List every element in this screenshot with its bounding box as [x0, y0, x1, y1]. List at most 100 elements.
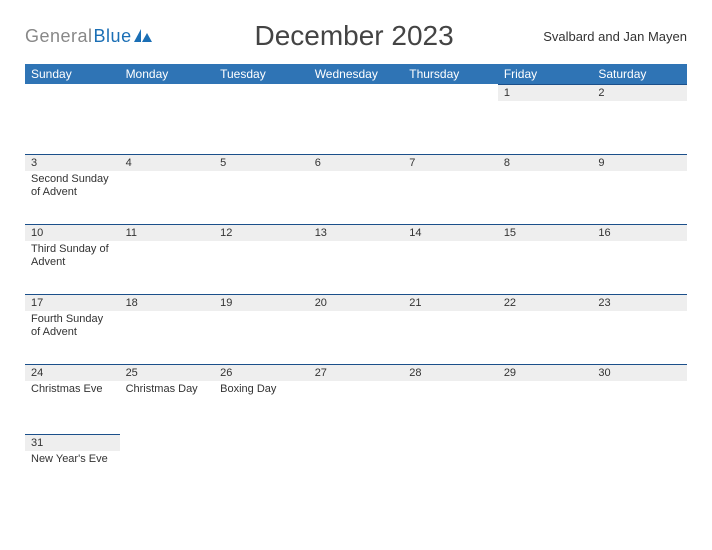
logo-text-blue: Blue — [94, 26, 132, 47]
day-number: 15 — [498, 224, 593, 241]
day-number — [309, 84, 404, 101]
day-number: 16 — [592, 224, 687, 241]
day-cell: 30 — [592, 364, 687, 434]
week-row: 31New Year's Eve — [25, 434, 687, 504]
day-cell: 12 — [214, 224, 309, 294]
day-header: Wednesday — [309, 64, 404, 84]
day-cell — [120, 84, 215, 154]
day-number — [214, 84, 309, 101]
calendar-table: SundayMondayTuesdayWednesdayThursdayFrid… — [25, 64, 687, 504]
day-cell — [403, 434, 498, 504]
day-number: 5 — [214, 154, 309, 171]
event-label: Christmas Eve — [25, 381, 120, 398]
day-cell — [309, 434, 404, 504]
day-number: 9 — [592, 154, 687, 171]
day-header: Tuesday — [214, 64, 309, 84]
day-cell: 17Fourth Sunday of Advent — [25, 294, 120, 364]
day-number: 22 — [498, 294, 593, 311]
week-row: 10Third Sunday of Advent111213141516 — [25, 224, 687, 294]
day-cell: 22 — [498, 294, 593, 364]
day-number: 13 — [309, 224, 404, 241]
week-row: 24Christmas Eve25Christmas Day26Boxing D… — [25, 364, 687, 434]
day-number — [120, 434, 215, 451]
day-number: 24 — [25, 364, 120, 381]
day-number: 28 — [403, 364, 498, 381]
day-number: 11 — [120, 224, 215, 241]
day-cell: 10Third Sunday of Advent — [25, 224, 120, 294]
day-number: 29 — [498, 364, 593, 381]
day-number — [120, 84, 215, 101]
week-row: 17Fourth Sunday of Advent181920212223 — [25, 294, 687, 364]
day-number — [592, 434, 687, 451]
day-number: 7 — [403, 154, 498, 171]
week-row: 3Second Sunday of Advent456789 — [25, 154, 687, 224]
day-number: 27 — [309, 364, 404, 381]
day-cell: 18 — [120, 294, 215, 364]
event-label: Christmas Day — [120, 381, 215, 398]
day-number: 21 — [403, 294, 498, 311]
day-cell: 3Second Sunday of Advent — [25, 154, 120, 224]
event-label: New Year's Eve — [25, 451, 120, 468]
day-header: Thursday — [403, 64, 498, 84]
header: General Blue December 2023 Svalbard and … — [25, 20, 687, 52]
day-number: 19 — [214, 294, 309, 311]
day-cell: 29 — [498, 364, 593, 434]
day-number — [403, 434, 498, 451]
day-cell: 15 — [498, 224, 593, 294]
day-cell: 5 — [214, 154, 309, 224]
logo-icon — [134, 27, 152, 48]
day-cell — [309, 84, 404, 154]
day-cell: 6 — [309, 154, 404, 224]
region-label: Svalbard and Jan Mayen — [543, 29, 687, 44]
logo: General Blue — [25, 26, 165, 47]
day-cell — [592, 434, 687, 504]
day-cell: 16 — [592, 224, 687, 294]
day-number: 20 — [309, 294, 404, 311]
day-cell: 24Christmas Eve — [25, 364, 120, 434]
day-cell: 7 — [403, 154, 498, 224]
day-number: 1 — [498, 84, 593, 101]
week-row: 12 — [25, 84, 687, 154]
logo-text-general: General — [25, 26, 93, 47]
event-label: Second Sunday of Advent — [25, 171, 120, 201]
day-cell — [498, 434, 593, 504]
day-cell: 20 — [309, 294, 404, 364]
day-number: 3 — [25, 154, 120, 171]
day-cell: 2 — [592, 84, 687, 154]
day-number: 10 — [25, 224, 120, 241]
day-number: 4 — [120, 154, 215, 171]
day-cell: 8 — [498, 154, 593, 224]
day-cell: 11 — [120, 224, 215, 294]
day-number: 25 — [120, 364, 215, 381]
day-number: 6 — [309, 154, 404, 171]
day-cell: 13 — [309, 224, 404, 294]
day-number: 17 — [25, 294, 120, 311]
day-header: Saturday — [592, 64, 687, 84]
day-number: 30 — [592, 364, 687, 381]
day-cell: 21 — [403, 294, 498, 364]
day-header: Monday — [120, 64, 215, 84]
day-number — [25, 84, 120, 101]
day-number: 31 — [25, 434, 120, 451]
day-number: 8 — [498, 154, 593, 171]
event-label: Third Sunday of Advent — [25, 241, 120, 271]
day-cell: 4 — [120, 154, 215, 224]
day-number: 18 — [120, 294, 215, 311]
day-cell — [403, 84, 498, 154]
day-cell — [214, 84, 309, 154]
day-cell: 9 — [592, 154, 687, 224]
day-cell: 25Christmas Day — [120, 364, 215, 434]
day-cell: 23 — [592, 294, 687, 364]
day-number: 2 — [592, 84, 687, 101]
day-number: 14 — [403, 224, 498, 241]
day-cell: 26Boxing Day — [214, 364, 309, 434]
day-cell: 19 — [214, 294, 309, 364]
day-cell — [120, 434, 215, 504]
day-cell — [214, 434, 309, 504]
day-cell: 27 — [309, 364, 404, 434]
event-label: Boxing Day — [214, 381, 309, 398]
day-header: Friday — [498, 64, 593, 84]
day-number: 23 — [592, 294, 687, 311]
day-number — [498, 434, 593, 451]
page-title: December 2023 — [165, 20, 543, 52]
